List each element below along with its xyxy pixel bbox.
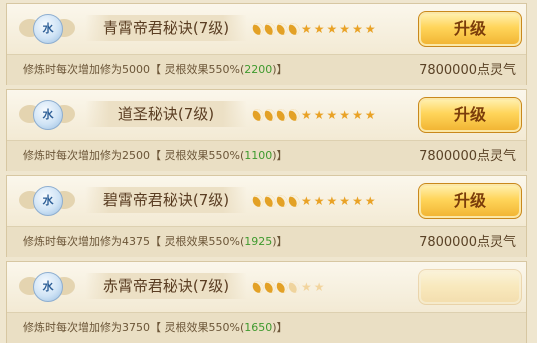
- star-icon: ★: [339, 194, 351, 208]
- desc-prefix: 修炼时每次增加修为: [23, 321, 122, 334]
- water-element-icon: 水: [33, 14, 63, 44]
- element-emblem: 水: [19, 183, 75, 217]
- star-icon: ★: [352, 108, 363, 122]
- desc-value: 4375: [122, 235, 150, 248]
- star-icon: ★: [326, 194, 338, 208]
- upgrade-button[interactable]: [418, 269, 522, 305]
- skill-card: 水 碧霄帝君秘诀(7级) ★ ★ ★ ★ ★ ★ 升级 修炼时每次增加修为437…: [6, 175, 527, 257]
- moon-icon: [250, 107, 266, 123]
- star-icon: ★: [301, 22, 312, 36]
- desc-mid: 【 灵根效果550%(: [150, 63, 245, 76]
- skill-rating: ★ ★: [250, 278, 325, 296]
- skill-card: 水 青霄帝君秘诀(7级) ★ ★ ★ ★ ★ ★ 升级 修炼时每次增加修为500…: [6, 3, 527, 85]
- moon-icon: [286, 193, 302, 209]
- upgrade-button[interactable]: 升级: [418, 183, 522, 219]
- desc-mid: 【 灵根效果550%(: [150, 235, 245, 248]
- desc-suffix: )】: [272, 235, 288, 248]
- star-icon: ★: [301, 108, 312, 122]
- moon-icon: [262, 279, 278, 295]
- star-icon: ★: [326, 22, 338, 36]
- skill-name: 青霄帝君秘诀(7级): [85, 15, 247, 41]
- skill-description: 修炼时每次增加修为2500【 灵根效果550%(1100)】: [23, 147, 288, 163]
- skill-description: 修炼时每次增加修为3750【 灵根效果550%(1650)】: [23, 319, 288, 335]
- star-icon: ★: [313, 280, 325, 294]
- star-icon: ★: [313, 194, 325, 208]
- upgrade-button[interactable]: 升级: [418, 11, 522, 47]
- water-element-icon: 水: [33, 186, 63, 216]
- moon-icon: [286, 107, 302, 123]
- desc-value: 5000: [122, 63, 150, 76]
- desc-prefix: 修炼时每次增加修为: [23, 149, 122, 162]
- skill-rating: ★ ★ ★ ★ ★ ★: [250, 106, 376, 124]
- element-emblem: 水: [19, 269, 75, 303]
- desc-bonus: 1925: [244, 235, 273, 248]
- skill-name: 道圣秘诀(7级): [85, 101, 247, 127]
- desc-bonus: 1100: [244, 149, 273, 162]
- moon-icon: [250, 21, 266, 37]
- water-element-icon: 水: [33, 272, 63, 302]
- star-icon: ★: [301, 280, 312, 294]
- moon-icon: [262, 21, 278, 37]
- skill-name: 碧霄帝君秘诀(7级): [85, 187, 247, 213]
- moon-icon: [250, 193, 266, 209]
- water-element-icon: 水: [33, 100, 63, 130]
- moon-icon: [250, 279, 266, 295]
- moon-icon: [262, 107, 278, 123]
- upgrade-cost: 7800000点灵气: [419, 149, 516, 164]
- star-icon: ★: [352, 194, 363, 208]
- moon-icon: [274, 107, 290, 123]
- star-icon: ★: [352, 22, 363, 36]
- moon-icon: [286, 279, 302, 295]
- upgrade-cost: 7800000点灵气: [419, 63, 516, 78]
- skill-name: 赤霄帝君秘诀(7级): [85, 273, 247, 299]
- star-icon: ★: [326, 108, 338, 122]
- moon-icon: [274, 279, 290, 295]
- element-emblem: 水: [19, 11, 75, 45]
- element-emblem: 水: [19, 97, 75, 131]
- skill-description: 修炼时每次增加修为5000【 灵根效果550%(2200)】: [23, 61, 288, 77]
- desc-value: 3750: [122, 321, 150, 334]
- star-icon: ★: [339, 108, 351, 122]
- skill-card: 水 道圣秘诀(7级) ★ ★ ★ ★ ★ ★ 升级 修炼时每次增加修为2500【…: [6, 89, 527, 171]
- desc-suffix: )】: [272, 321, 288, 334]
- skill-rating: ★ ★ ★ ★ ★ ★: [250, 20, 376, 38]
- star-icon: ★: [364, 194, 376, 208]
- moon-icon: [286, 21, 302, 37]
- skill-card: 水 赤霄帝君秘诀(7级) ★ ★ 修炼时每次增加修为3750【 灵根效果550%…: [6, 261, 527, 343]
- desc-bonus: 1650: [244, 321, 273, 334]
- skill-rating: ★ ★ ★ ★ ★ ★: [250, 192, 376, 210]
- desc-value: 2500: [122, 149, 150, 162]
- desc-suffix: )】: [272, 149, 288, 162]
- desc-suffix: )】: [272, 63, 288, 76]
- moon-icon: [262, 193, 278, 209]
- moon-icon: [274, 21, 290, 37]
- desc-bonus: 2200: [244, 63, 273, 76]
- skill-description: 修炼时每次增加修为4375【 灵根效果550%(1925)】: [23, 233, 288, 249]
- star-icon: ★: [364, 22, 376, 36]
- star-icon: ★: [313, 108, 325, 122]
- desc-mid: 【 灵根效果550%(: [150, 149, 245, 162]
- upgrade-cost: 7800000点灵气: [419, 235, 516, 250]
- upgrade-button[interactable]: 升级: [418, 97, 522, 133]
- star-icon: ★: [301, 194, 312, 208]
- desc-mid: 【 灵根效果550%(: [150, 321, 245, 334]
- star-icon: ★: [313, 22, 325, 36]
- desc-prefix: 修炼时每次增加修为: [23, 235, 122, 248]
- star-icon: ★: [339, 22, 351, 36]
- desc-prefix: 修炼时每次增加修为: [23, 63, 122, 76]
- moon-icon: [274, 193, 290, 209]
- star-icon: ★: [364, 108, 376, 122]
